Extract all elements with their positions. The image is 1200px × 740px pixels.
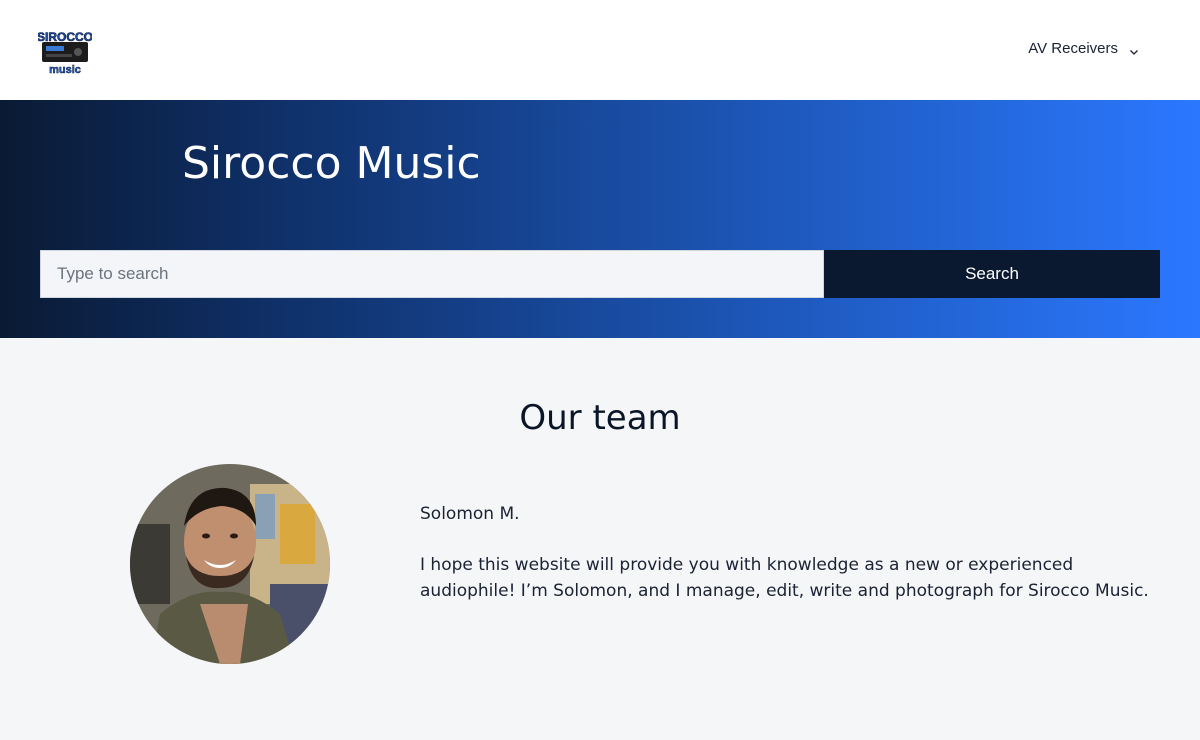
logo-text-bottom: music	[49, 64, 81, 76]
member-name: Solomon M.	[420, 504, 520, 524]
team-heading: Our team	[519, 398, 681, 438]
nav-menu-label: AV Receivers	[1028, 40, 1118, 57]
member-photo	[130, 464, 330, 664]
logo-text-top: SIROCCO	[38, 30, 92, 44]
member-bio: I hope this website will provide you wit…	[420, 555, 1149, 601]
avatar	[130, 464, 330, 664]
nav-menu-av-receivers[interactable]: AV Receivers	[1028, 40, 1140, 57]
chevron-down-icon	[1128, 43, 1140, 55]
search-form: Search	[40, 250, 1160, 298]
team-section: Our team Solomon M. I hope this website …	[0, 338, 1200, 740]
search-input[interactable]	[40, 250, 824, 298]
page-title: Sirocco Music	[182, 138, 481, 189]
site-header: SIROCCO music AV Receivers	[0, 0, 1200, 100]
site-logo[interactable]: SIROCCO music	[37, 26, 94, 77]
hero-banner: Sirocco Music Search	[0, 100, 1200, 338]
logo-image: SIROCCO music	[37, 30, 94, 77]
search-button[interactable]: Search	[824, 250, 1160, 298]
